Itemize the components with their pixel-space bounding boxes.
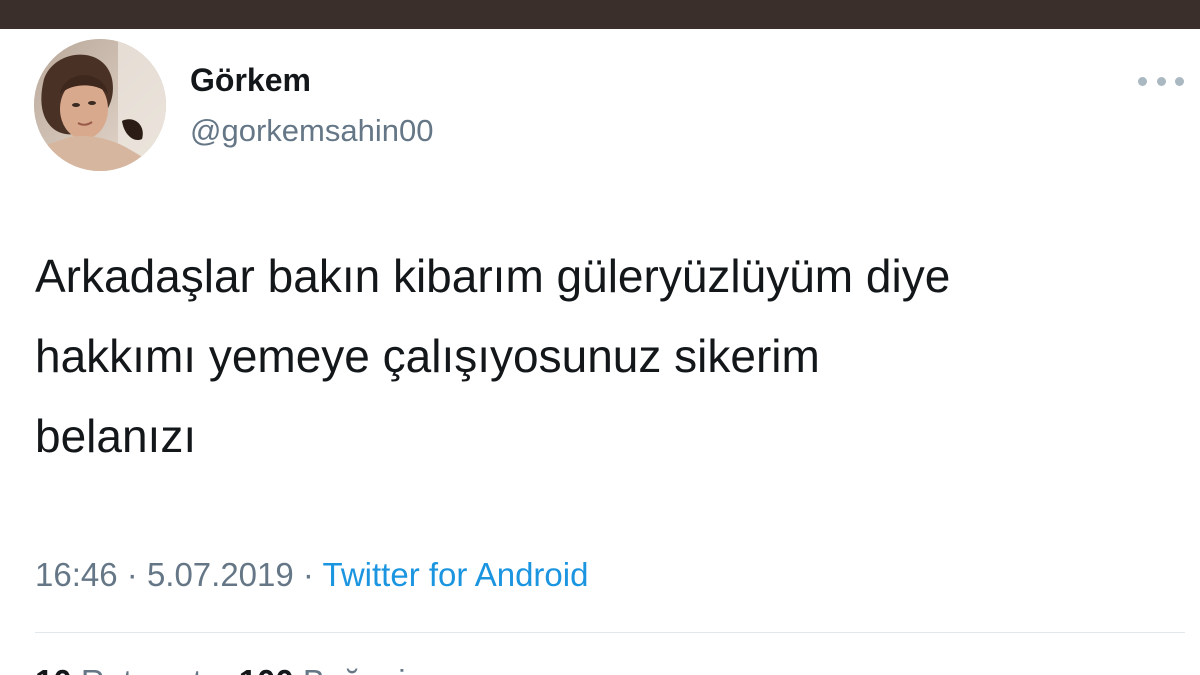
meta-separator: · (302, 556, 314, 593)
retweets-stat[interactable]: 10 Retweet (35, 663, 202, 675)
likes-label: Beğeni (303, 663, 406, 675)
tweet-meta: 16:46 · 5.07.2019 · Twitter for Android (35, 553, 588, 597)
meta-separator: · (126, 556, 138, 593)
tweet-screenshot: Görkem @gorkemsahin00 Arkadaşlar bakın k… (0, 0, 1200, 675)
likes-count: 100 (239, 663, 294, 675)
display-name[interactable]: Görkem (190, 60, 311, 100)
more-dot (1156, 76, 1166, 86)
retweets-count: 10 (35, 663, 72, 675)
retweets-label: Retweet (81, 663, 202, 675)
avatar-image (34, 39, 166, 171)
likes-stat[interactable]: 100 Beğeni (239, 663, 406, 675)
more-dot (1175, 76, 1184, 86)
user-handle[interactable]: @gorkemsahin00 (190, 111, 433, 151)
tweet-time[interactable]: 16:46 (35, 556, 118, 593)
avatar[interactable] (34, 39, 166, 171)
tweet-stats: 10 Retweet 100 Beğeni (35, 660, 406, 675)
top-bar (0, 0, 1200, 29)
tweet-date[interactable]: 5.07.2019 (147, 556, 294, 593)
more-options-icon[interactable] (1138, 66, 1184, 96)
tweet-source-link[interactable]: Twitter for Android (323, 556, 589, 593)
more-dot (1138, 76, 1147, 86)
divider (35, 632, 1185, 633)
tweet-text: Arkadaşlar bakın kibarım güleryüzlüyüm d… (35, 250, 951, 462)
